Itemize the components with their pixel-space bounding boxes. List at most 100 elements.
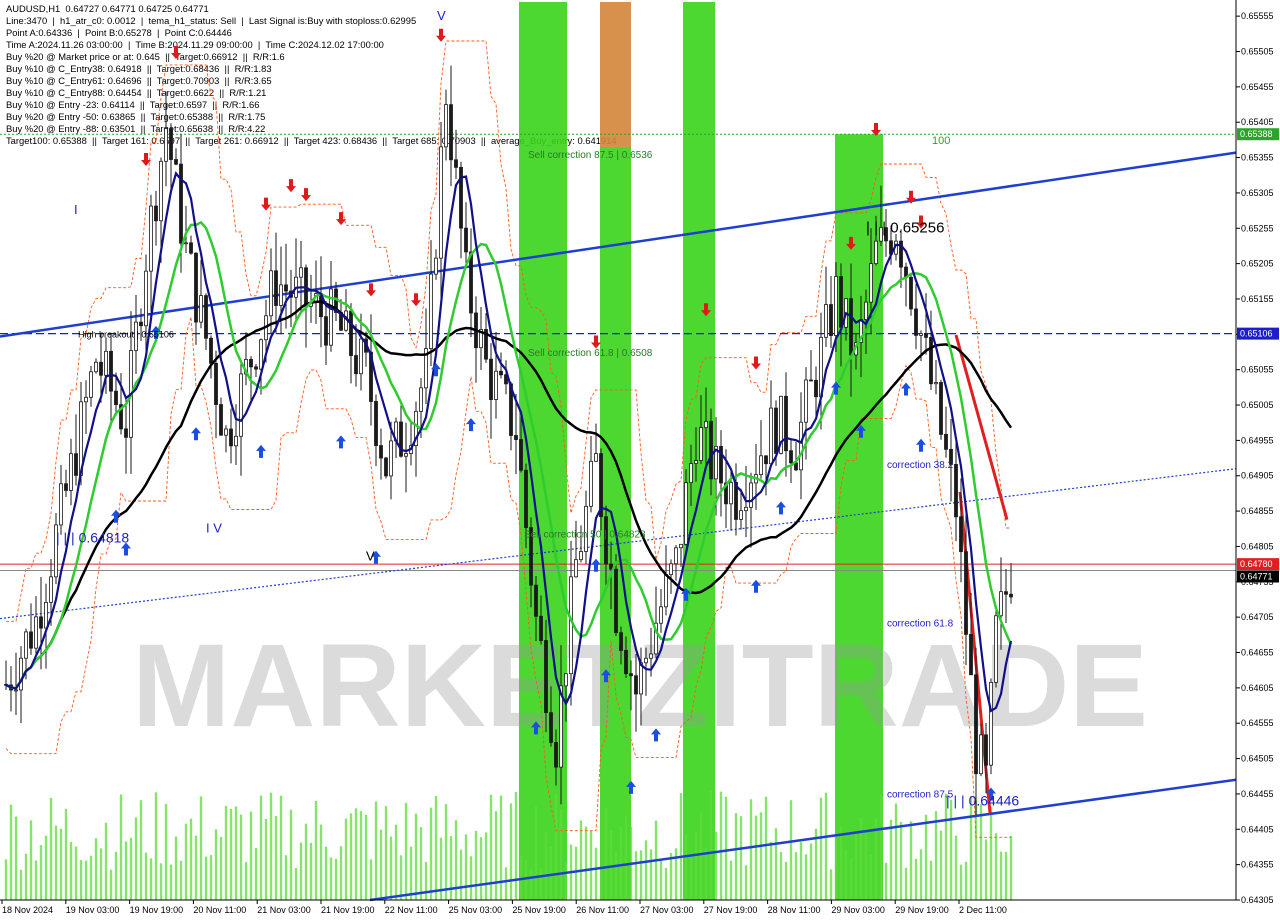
- x-tick-label: 19 Nov 03:00: [66, 905, 120, 915]
- candle-body: [284, 284, 288, 292]
- annotation-label: | | | 0.65256: [866, 220, 944, 237]
- y-tick-label: 0.65255: [1241, 223, 1274, 233]
- candle-body: [349, 310, 353, 356]
- candle-body: [629, 673, 633, 677]
- candle-body: [99, 361, 103, 376]
- candle-body: [239, 373, 243, 437]
- candle-body: [199, 295, 203, 323]
- candle-body: [989, 682, 993, 766]
- y-tick-label: 0.64405: [1241, 824, 1274, 834]
- candle-body: [579, 551, 583, 561]
- y-tick-label: 0.65055: [1241, 365, 1274, 375]
- candle-body: [974, 674, 978, 775]
- candle-body: [144, 270, 148, 327]
- candle-body: [499, 370, 503, 376]
- candle-body: [824, 304, 828, 338]
- price-chart[interactable]: MARKETZITRADE | | | 0.65256| | | 0.64818…: [0, 0, 1280, 920]
- y-tick-label: 0.65555: [1241, 11, 1274, 21]
- candle-body: [434, 257, 438, 275]
- sell-arrow-icon: [286, 179, 296, 193]
- candle-body: [554, 742, 558, 768]
- y-tick-label: 0.64505: [1241, 754, 1274, 764]
- candle-body: [574, 559, 578, 578]
- candle-body: [749, 482, 753, 508]
- candle-body: [539, 615, 543, 641]
- sell-zone-orange: [600, 2, 631, 147]
- candle-body: [624, 650, 628, 675]
- candle-body: [609, 563, 613, 570]
- candle-body: [864, 301, 868, 320]
- candle-body: [374, 401, 378, 446]
- candle-body: [124, 428, 128, 438]
- candle-body: [114, 390, 118, 406]
- candle-body: [924, 333, 928, 338]
- candle-body: [869, 263, 873, 303]
- candle-body: [994, 615, 998, 683]
- candle-body: [494, 370, 498, 400]
- x-tick-label: 19 Nov 19:00: [130, 905, 184, 915]
- x-tick-label: 26 Nov 11:00: [576, 905, 629, 915]
- candle-body: [384, 457, 388, 477]
- candle-body: [254, 366, 258, 370]
- candle-body: [789, 450, 793, 464]
- candle-body: [659, 606, 663, 624]
- sell-arrow-icon: [366, 283, 376, 297]
- annotation-label: 100: [932, 135, 950, 147]
- sell-arrow-icon: [436, 28, 446, 42]
- y-tick-label: 0.65355: [1241, 153, 1274, 163]
- x-tick-label: 21 Nov 03:00: [257, 905, 311, 915]
- buy-arrow-icon: [776, 501, 786, 515]
- buy-arrow-icon: [916, 438, 926, 452]
- y-tick-label: 0.64705: [1241, 612, 1274, 622]
- candle-body: [49, 576, 53, 603]
- y-tick-label: 0.65205: [1241, 259, 1274, 269]
- candle-body: [1009, 593, 1013, 598]
- candle-body: [109, 350, 113, 392]
- candle-body: [524, 469, 528, 529]
- chart-window[interactable]: { "info_panel": [ "AUDUSD,H1 0.64727 0.6…: [0, 0, 1280, 920]
- price-tag-label: 0.64771: [1240, 571, 1273, 581]
- candle-body: [954, 464, 958, 518]
- candle-body: [769, 407, 773, 465]
- buy-arrow-icon: [336, 435, 346, 449]
- y-tick-label: 0.65455: [1241, 82, 1274, 92]
- x-tick-label: 27 Nov 19:00: [704, 905, 758, 915]
- y-tick-label: 0.64655: [1241, 648, 1274, 658]
- candle-body: [614, 568, 618, 634]
- candle-body: [934, 382, 938, 385]
- y-tick-label: 0.65505: [1241, 46, 1274, 56]
- candle-body: [389, 440, 393, 477]
- candle-body: [404, 453, 408, 457]
- y-tick-label: 0.64905: [1241, 471, 1274, 481]
- candle-body: [774, 407, 778, 454]
- candle-body: [804, 379, 808, 423]
- candle-body: [814, 379, 818, 398]
- candle-body: [914, 308, 918, 336]
- candle-body: [439, 146, 443, 259]
- candle-body: [764, 455, 768, 465]
- annotation-label: I V: [206, 520, 222, 535]
- candle-body: [19, 657, 23, 691]
- candle-body: [214, 362, 218, 405]
- candle-body: [139, 321, 143, 327]
- candle-body: [189, 242, 193, 254]
- axes: 0.65555 0.65505 0.65455 0.65405 0.65355 0.653…: [0, 0, 1280, 920]
- candle-body: [84, 396, 88, 403]
- candle-body: [444, 104, 448, 148]
- candle-body: [354, 355, 358, 375]
- price-tag-label: 0.64780: [1240, 559, 1273, 569]
- candle-body: [204, 295, 208, 339]
- x-tick-label: 22 Nov 11:00: [385, 905, 438, 915]
- candle-body: [639, 662, 643, 695]
- y-tick-label: 0.64305: [1241, 895, 1274, 905]
- candle-body: [359, 338, 363, 375]
- candle-body: [744, 506, 748, 512]
- candle-body: [429, 273, 433, 350]
- y-tick-label: 0.64955: [1241, 435, 1274, 445]
- candle-body: [594, 453, 598, 462]
- sell-arrow-icon: [591, 335, 601, 349]
- x-tick-label: 27 Nov 03:00: [640, 905, 694, 915]
- candle-body: [234, 435, 238, 447]
- candle-body: [519, 439, 523, 471]
- x-tick-label: 21 Nov 19:00: [321, 905, 375, 915]
